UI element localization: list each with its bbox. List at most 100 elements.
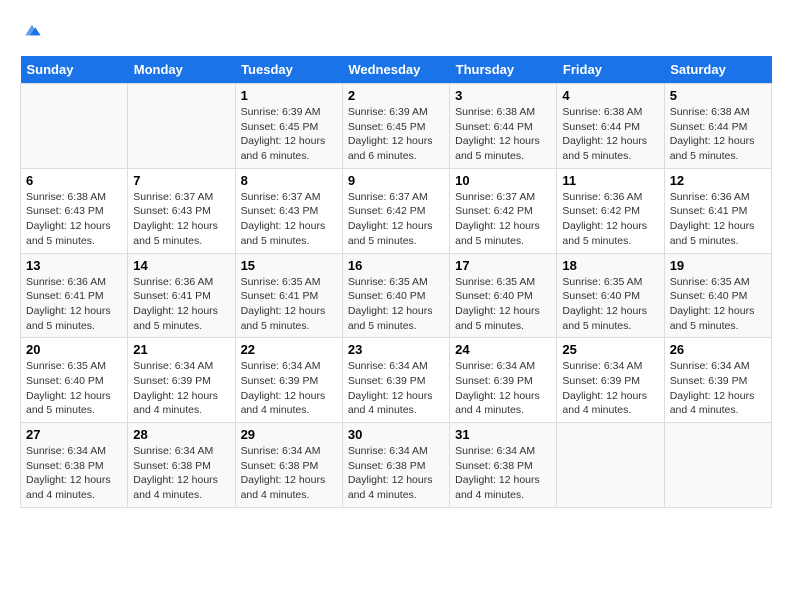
day-info: Sunrise: 6:37 AM Sunset: 6:42 PM Dayligh… [348, 190, 444, 249]
day-number: 8 [241, 173, 337, 188]
day-info: Sunrise: 6:34 AM Sunset: 6:39 PM Dayligh… [670, 359, 766, 418]
calendar-cell: 31Sunrise: 6:34 AM Sunset: 6:38 PM Dayli… [450, 423, 557, 508]
day-number: 24 [455, 342, 551, 357]
calendar-cell: 8 Sunrise: 6:37 AM Sunset: 6:43 PM Daylig… [235, 168, 342, 253]
calendar-cell: 11Sunrise: 6:36 AM Sunset: 6:42 PM Dayli… [557, 168, 664, 253]
day-info: Sunrise: 6:37 AM Sunset: 6:43 PM Dayligh… [241, 190, 337, 249]
day-number: 2 [348, 88, 444, 103]
calendar-week-4: 20 Sunrise: 6:35 AM Sunset: 6:40 PM Dayli… [21, 338, 772, 423]
day-info: Sunrise: 6:39 AM Sunset: 6:45 PM Dayligh… [241, 105, 337, 164]
day-number: 17 [455, 258, 551, 273]
day-number: 18 [562, 258, 658, 273]
day-info: Sunrise: 6:35 AM Sunset: 6:41 PM Dayligh… [241, 275, 337, 334]
day-info: Sunrise: 6:36 AM Sunset: 6:41 PM Dayligh… [670, 190, 766, 249]
day-info: Sunrise: 6:34 AM Sunset: 6:38 PM Dayligh… [133, 444, 229, 503]
calendar-cell: 29 Sunrise: 6:34 AM Sunset: 6:38 PM Dayli… [235, 423, 342, 508]
day-number: 14 [133, 258, 229, 273]
day-number: 20 [26, 342, 122, 357]
day-number: 5 [670, 88, 766, 103]
logo [20, 20, 42, 40]
day-info: Sunrise: 6:38 AM Sunset: 6:44 PM Dayligh… [562, 105, 658, 164]
calendar-cell: 28 Sunrise: 6:34 AM Sunset: 6:38 PM Dayli… [128, 423, 235, 508]
day-info: Sunrise: 6:34 AM Sunset: 6:39 PM Dayligh… [455, 359, 551, 418]
day-number: 6 [26, 173, 122, 188]
calendar-cell: 16 Sunrise: 6:35 AM Sunset: 6:40 PM Dayli… [342, 253, 449, 338]
calendar-cell: 19Sunrise: 6:35 AM Sunset: 6:40 PM Dayli… [664, 253, 771, 338]
calendar-cell: 2 Sunrise: 6:39 AM Sunset: 6:45 PM Daylig… [342, 84, 449, 169]
day-info: Sunrise: 6:34 AM Sunset: 6:38 PM Dayligh… [26, 444, 122, 503]
day-number: 23 [348, 342, 444, 357]
calendar-cell: 18 Sunrise: 6:35 AM Sunset: 6:40 PM Dayli… [557, 253, 664, 338]
day-number: 26 [670, 342, 766, 357]
day-info: Sunrise: 6:36 AM Sunset: 6:41 PM Dayligh… [133, 275, 229, 334]
calendar-cell: 24 Sunrise: 6:34 AM Sunset: 6:39 PM Dayli… [450, 338, 557, 423]
calendar-cell: 14 Sunrise: 6:36 AM Sunset: 6:41 PM Dayli… [128, 253, 235, 338]
day-info: Sunrise: 6:35 AM Sunset: 6:40 PM Dayligh… [455, 275, 551, 334]
day-number: 16 [348, 258, 444, 273]
calendar-cell: 26 Sunrise: 6:34 AM Sunset: 6:39 PM Dayli… [664, 338, 771, 423]
calendar-cell: 23 Sunrise: 6:34 AM Sunset: 6:39 PM Dayli… [342, 338, 449, 423]
day-number: 25 [562, 342, 658, 357]
col-header-friday: Friday [557, 56, 664, 84]
day-number: 21 [133, 342, 229, 357]
calendar-cell: 9 Sunrise: 6:37 AM Sunset: 6:42 PM Daylig… [342, 168, 449, 253]
header-row: SundayMondayTuesdayWednesdayThursdayFrid… [21, 56, 772, 84]
logo-icon [22, 20, 42, 40]
day-info: Sunrise: 6:39 AM Sunset: 6:45 PM Dayligh… [348, 105, 444, 164]
day-info: Sunrise: 6:37 AM Sunset: 6:43 PM Dayligh… [133, 190, 229, 249]
col-header-tuesday: Tuesday [235, 56, 342, 84]
day-info: Sunrise: 6:35 AM Sunset: 6:40 PM Dayligh… [348, 275, 444, 334]
day-info: Sunrise: 6:37 AM Sunset: 6:42 PM Dayligh… [455, 190, 551, 249]
calendar-week-3: 13 Sunrise: 6:36 AM Sunset: 6:41 PM Dayli… [21, 253, 772, 338]
day-number: 29 [241, 427, 337, 442]
calendar-cell [664, 423, 771, 508]
calendar-cell: 27 Sunrise: 6:34 AM Sunset: 6:38 PM Dayli… [21, 423, 128, 508]
day-info: Sunrise: 6:34 AM Sunset: 6:38 PM Dayligh… [241, 444, 337, 503]
calendar-cell: 21 Sunrise: 6:34 AM Sunset: 6:39 PM Dayli… [128, 338, 235, 423]
day-number: 22 [241, 342, 337, 357]
day-info: Sunrise: 6:38 AM Sunset: 6:44 PM Dayligh… [670, 105, 766, 164]
calendar-cell [557, 423, 664, 508]
day-number: 9 [348, 173, 444, 188]
page-header [20, 20, 772, 40]
calendar-cell: 10 Sunrise: 6:37 AM Sunset: 6:42 PM Dayli… [450, 168, 557, 253]
calendar-cell: 3 Sunrise: 6:38 AM Sunset: 6:44 PM Daylig… [450, 84, 557, 169]
calendar-cell: 20 Sunrise: 6:35 AM Sunset: 6:40 PM Dayli… [21, 338, 128, 423]
day-info: Sunrise: 6:36 AM Sunset: 6:41 PM Dayligh… [26, 275, 122, 334]
day-info: Sunrise: 6:38 AM Sunset: 6:43 PM Dayligh… [26, 190, 122, 249]
day-number: 13 [26, 258, 122, 273]
day-number: 4 [562, 88, 658, 103]
day-number: 3 [455, 88, 551, 103]
day-number: 11 [562, 173, 658, 188]
day-info: Sunrise: 6:34 AM Sunset: 6:39 PM Dayligh… [348, 359, 444, 418]
calendar-cell: 30 Sunrise: 6:34 AM Sunset: 6:38 PM Dayli… [342, 423, 449, 508]
calendar-cell: 25Sunrise: 6:34 AM Sunset: 6:39 PM Dayli… [557, 338, 664, 423]
day-info: Sunrise: 6:34 AM Sunset: 6:39 PM Dayligh… [133, 359, 229, 418]
day-number: 28 [133, 427, 229, 442]
day-number: 30 [348, 427, 444, 442]
calendar-cell: 12 Sunrise: 6:36 AM Sunset: 6:41 PM Dayli… [664, 168, 771, 253]
day-info: Sunrise: 6:35 AM Sunset: 6:40 PM Dayligh… [562, 275, 658, 334]
day-number: 7 [133, 173, 229, 188]
day-info: Sunrise: 6:38 AM Sunset: 6:44 PM Dayligh… [455, 105, 551, 164]
calendar-cell: 17 Sunrise: 6:35 AM Sunset: 6:40 PM Dayli… [450, 253, 557, 338]
day-number: 27 [26, 427, 122, 442]
day-info: Sunrise: 6:34 AM Sunset: 6:38 PM Dayligh… [348, 444, 444, 503]
calendar-cell [128, 84, 235, 169]
calendar-cell: 1Sunrise: 6:39 AM Sunset: 6:45 PM Daylig… [235, 84, 342, 169]
calendar-cell [21, 84, 128, 169]
calendar-week-2: 6 Sunrise: 6:38 AM Sunset: 6:43 PM Daylig… [21, 168, 772, 253]
day-number: 10 [455, 173, 551, 188]
day-info: Sunrise: 6:35 AM Sunset: 6:40 PM Dayligh… [670, 275, 766, 334]
day-number: 15 [241, 258, 337, 273]
calendar-cell: 22Sunrise: 6:34 AM Sunset: 6:39 PM Dayli… [235, 338, 342, 423]
day-info: Sunrise: 6:35 AM Sunset: 6:40 PM Dayligh… [26, 359, 122, 418]
calendar-cell: 7 Sunrise: 6:37 AM Sunset: 6:43 PM Daylig… [128, 168, 235, 253]
calendar-cell: 5 Sunrise: 6:38 AM Sunset: 6:44 PM Daylig… [664, 84, 771, 169]
calendar-cell: 13 Sunrise: 6:36 AM Sunset: 6:41 PM Dayli… [21, 253, 128, 338]
calendar-cell: 4 Sunrise: 6:38 AM Sunset: 6:44 PM Daylig… [557, 84, 664, 169]
calendar-week-5: 27 Sunrise: 6:34 AM Sunset: 6:38 PM Dayli… [21, 423, 772, 508]
day-number: 12 [670, 173, 766, 188]
col-header-saturday: Saturday [664, 56, 771, 84]
col-header-monday: Monday [128, 56, 235, 84]
